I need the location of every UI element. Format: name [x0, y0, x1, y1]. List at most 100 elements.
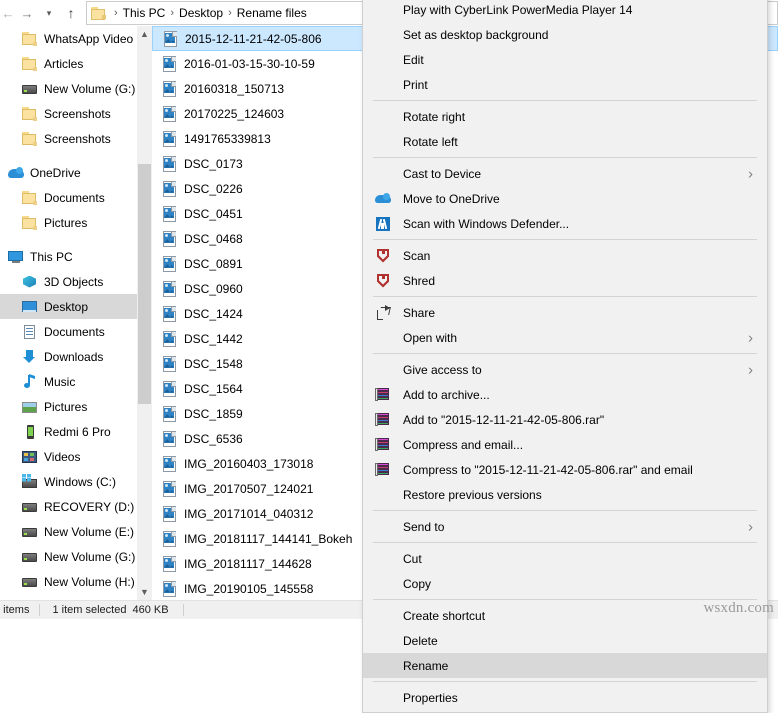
- menu-item-label: Cast to Device: [403, 166, 482, 181]
- file-name: DSC_1442: [184, 331, 243, 346]
- menu-item-set-as-desktop-background[interactable]: Set as desktop background: [363, 22, 767, 47]
- menu-item-restore-previous-versions[interactable]: Restore previous versions: [363, 482, 767, 507]
- menu-separator: [373, 100, 757, 101]
- winrar-icon: [375, 387, 391, 403]
- menu-item-label: Shred: [403, 273, 436, 288]
- sidebar-item-whatsapp-video[interactable]: WhatsApp Video✒: [0, 26, 152, 51]
- chevron-down-icon[interactable]: ▾: [38, 2, 60, 24]
- sidebar-item-articles[interactable]: Articles: [0, 51, 152, 76]
- menu-separator: [373, 510, 757, 511]
- image-file-icon: [162, 405, 177, 422]
- menu-item-label: Add to "2015-12-11-21-42-05-806.rar": [403, 412, 605, 427]
- file-name: IMG_20181117_144628: [184, 556, 312, 571]
- menu-separator: [373, 353, 757, 354]
- sidebar-item-new-volume-h[interactable]: New Volume (H:): [0, 569, 152, 594]
- breadcrumb-separator[interactable]: ›: [165, 7, 179, 19]
- this-pc-icon: [8, 249, 24, 265]
- menu-item-move-to-onedrive[interactable]: Move to OneDrive: [363, 186, 767, 211]
- sidebar-scrollbar-thumb[interactable]: [138, 164, 151, 404]
- sidebar-item-new-volume-e[interactable]: New Volume (E:): [0, 519, 152, 544]
- navigation-tree: WhatsApp Video✒ Articles New Volume (G:) Sc…: [0, 26, 152, 600]
- winrar-icon: [375, 412, 391, 428]
- file-name: DSC_1564: [184, 381, 243, 396]
- back-icon[interactable]: ←: [0, 2, 16, 24]
- sidebar-item-screenshots[interactable]: Screenshots: [0, 126, 152, 151]
- breadcrumb-rename-files[interactable]: Rename files: [237, 6, 307, 20]
- menu-item-label: Scan: [403, 248, 431, 263]
- menu-item-rotate-left[interactable]: Rotate left: [363, 129, 767, 154]
- desktop-icon: [22, 299, 38, 315]
- sidebar-item-onedrive[interactable]: OneDrive: [0, 160, 152, 185]
- menu-item-label: Delete: [403, 633, 438, 648]
- menu-item-open-with[interactable]: Open with ›: [363, 325, 767, 350]
- menu-item-share[interactable]: Share: [363, 300, 767, 325]
- folder-icon: [22, 31, 38, 47]
- menu-item-play-with-cyberlink-powermedia-player-14[interactable]: Play with CyberLink PowerMedia Player 14: [363, 0, 767, 22]
- menu-item-shred[interactable]: Shred: [363, 268, 767, 293]
- sidebar-item-desktop[interactable]: Desktop: [0, 294, 152, 319]
- status-divider: [182, 604, 184, 616]
- sidebar-item-label: Windows (C:): [44, 474, 117, 489]
- breadcrumb-this-pc[interactable]: This PC: [123, 6, 166, 20]
- menu-item-edit[interactable]: Edit: [363, 47, 767, 72]
- watermark: wsxdn.com: [703, 600, 774, 616]
- sidebar-item-new-volume-g[interactable]: New Volume (G:): [0, 544, 152, 569]
- menu-item-compress-and-email[interactable]: Compress and email...: [363, 432, 767, 457]
- menu-item-cut[interactable]: Cut: [363, 546, 767, 571]
- sidebar-item-pictures[interactable]: Pictures: [0, 394, 152, 419]
- menu-item-copy[interactable]: Copy: [363, 571, 767, 596]
- sidebar-item-label: New Volume (E:): [44, 524, 135, 539]
- sidebar-scrollbar[interactable]: ▲ ▼: [137, 26, 152, 600]
- chevron-right-icon: ›: [748, 329, 753, 346]
- file-name: DSC_0468: [184, 231, 243, 246]
- sidebar-item-new-volume-g[interactable]: New Volume (G:): [0, 76, 152, 101]
- breadcrumb-separator[interactable]: ›: [223, 7, 237, 19]
- sidebar-item-downloads[interactable]: Downloads: [0, 344, 152, 369]
- sidebar-item-documents[interactable]: Documents: [0, 185, 152, 210]
- nav-group-gap: [0, 151, 152, 160]
- menu-item-scan-with-windows-defender[interactable]: Scan with Windows Defender...: [363, 211, 767, 236]
- image-file-icon: [162, 230, 177, 247]
- sidebar-item-label: New Volume (G:): [44, 81, 136, 96]
- sidebar-item-redmi-6-pro[interactable]: Redmi 6 Pro: [0, 419, 152, 444]
- navigation-pane: WhatsApp Video✒ Articles New Volume (G:) Sc…: [0, 26, 152, 600]
- file-name: DSC_0451: [184, 206, 243, 221]
- menu-item-compress-to-2015-12-11-21-42-05-806-rar-[interactable]: Compress to "2015-12-11-21-42-05-806.rar…: [363, 457, 767, 482]
- breadcrumb-desktop[interactable]: Desktop: [179, 6, 223, 20]
- sidebar-item-3d-objects[interactable]: 3D Objects: [0, 269, 152, 294]
- menu-item-label: Set as desktop background: [403, 27, 549, 42]
- menu-item-rotate-right[interactable]: Rotate right: [363, 104, 767, 129]
- sidebar-item-label: This PC: [30, 249, 73, 264]
- sidebar-item-videos[interactable]: Videos: [0, 444, 152, 469]
- menu-item-print[interactable]: Print: [363, 72, 767, 97]
- downloads-icon: [22, 349, 38, 365]
- menu-item-give-access-to[interactable]: Give access to ›: [363, 357, 767, 382]
- menu-item-label: Give access to: [403, 362, 482, 377]
- sidebar-item-this-pc[interactable]: This PC: [0, 244, 152, 269]
- menu-item-label: Cut: [403, 551, 422, 566]
- menu-item-delete[interactable]: Delete: [363, 628, 767, 653]
- menu-item-properties[interactable]: Properties: [363, 685, 767, 710]
- breadcrumb-separator[interactable]: ›: [109, 7, 123, 19]
- menu-item-rename[interactable]: Rename: [363, 653, 767, 678]
- menu-item-cast-to-device[interactable]: Cast to Device ›: [363, 161, 767, 186]
- image-file-icon: [162, 105, 177, 122]
- sidebar-item-pictures[interactable]: Pictures: [0, 210, 152, 235]
- menu-item-scan[interactable]: Scan: [363, 243, 767, 268]
- sidebar-item-windows-c[interactable]: Windows (C:): [0, 469, 152, 494]
- file-name: DSC_6536: [184, 431, 243, 446]
- image-file-icon: [162, 130, 177, 147]
- sidebar-item-music[interactable]: Music: [0, 369, 152, 394]
- sidebar-item-recovery-d[interactable]: RECOVERY (D:): [0, 494, 152, 519]
- chevron-down-icon[interactable]: ▼: [137, 584, 152, 600]
- sidebar-item-label: RECOVERY (D:): [44, 499, 135, 514]
- menu-item-add-to-2015-12-11-21-42-05-806-rar[interactable]: Add to "2015-12-11-21-42-05-806.rar": [363, 407, 767, 432]
- menu-item-send-to[interactable]: Send to ›: [363, 514, 767, 539]
- arrow-right-icon[interactable]: →: [16, 2, 38, 24]
- chevron-up-icon[interactable]: ▲: [137, 26, 152, 42]
- image-file-icon: [162, 280, 177, 297]
- sidebar-item-screenshots[interactable]: Screenshots: [0, 101, 152, 126]
- arrow-up-icon[interactable]: ↑: [60, 2, 82, 24]
- sidebar-item-documents[interactable]: Documents: [0, 319, 152, 344]
- menu-item-add-to-archive[interactable]: Add to archive...: [363, 382, 767, 407]
